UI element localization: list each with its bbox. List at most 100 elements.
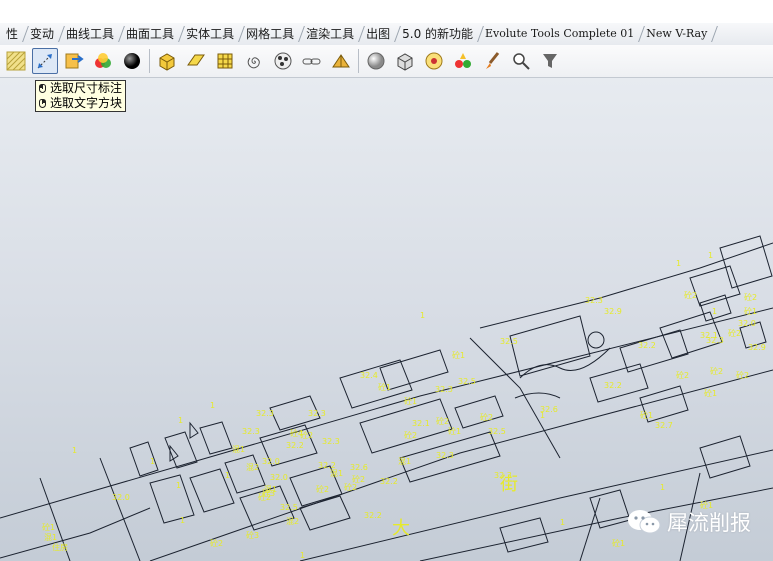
street-line (0, 307, 773, 519)
fountain-outline (587, 331, 605, 349)
filter-icon[interactable] (537, 48, 563, 74)
plan-label: 32.3 (322, 437, 340, 446)
plan-label: 1 (712, 307, 717, 316)
light-icon[interactable] (450, 48, 476, 74)
plan-label: 砼2 (352, 474, 365, 484)
plan-label: 1 (150, 457, 155, 466)
select-dimension-icon[interactable] (32, 48, 58, 74)
shade-icon[interactable] (328, 48, 354, 74)
building-outline (149, 474, 195, 524)
tab-surface-tools[interactable]: 曲面工具 (120, 23, 180, 45)
sphere-icon[interactable] (119, 48, 145, 74)
toolbar (0, 45, 773, 78)
plan-label: 1 (176, 481, 181, 490)
plan-label: 混1 (264, 485, 277, 494)
extrude-icon[interactable] (154, 48, 180, 74)
tab-mesh-tools[interactable]: 网格工具 (240, 23, 300, 45)
plan-label: 32.0 (112, 493, 130, 502)
plan-label: 砼2 (436, 416, 449, 426)
plan-label: 砼2 (736, 370, 749, 380)
plan-label: 混1 (330, 469, 343, 478)
tooltip-row-right-click: 选取文字方块 (39, 96, 122, 111)
building-outline (509, 315, 591, 377)
tooltip-line-2: 选取文字方块 (50, 96, 123, 110)
plan-label: 1 (180, 516, 185, 525)
plan-label: 砼1 (378, 382, 391, 392)
toolbar-separator (358, 49, 359, 73)
street-name-char: 街 (500, 474, 518, 495)
plan-label: 砼3 (246, 530, 259, 540)
plan-label: 混2 (246, 463, 259, 472)
toolbar-separator (149, 49, 150, 73)
plan-label: 砼2 (210, 538, 223, 548)
link-icon[interactable] (299, 48, 325, 74)
plan-label: 32.3 (585, 296, 603, 305)
plan-label: 砼1 (744, 306, 757, 316)
plan-label: 1 (300, 551, 305, 560)
site-plan-drawing: 1 1 1 1 1 1 1 1 1 1 1 1 1 1 1 32.0 32.3 … (0, 235, 773, 561)
plan-label: 砼2 (480, 412, 493, 422)
tab-evolute-tools[interactable]: Evolute Tools Complete 01 (479, 23, 640, 45)
building-outline (719, 235, 773, 289)
plan-label: 1 (210, 401, 215, 410)
dots-icon[interactable] (270, 48, 296, 74)
material-icon[interactable] (90, 48, 116, 74)
plan-label: 32.9 (748, 343, 766, 352)
brush-icon[interactable] (479, 48, 505, 74)
spiral-icon[interactable] (241, 48, 267, 74)
plan-label: 砼2 (744, 292, 757, 302)
plan-label: 32.3 (256, 409, 274, 418)
tab-solid-tools[interactable]: 实体工具 (180, 23, 240, 45)
plan-label: 砼1 (640, 410, 653, 420)
zoom-icon[interactable] (508, 48, 534, 74)
plan-label: 砼2 (404, 430, 417, 440)
tab-properties[interactable]: 性 (0, 23, 24, 45)
plan-label: 住房 (52, 542, 68, 552)
plan-label: 32.0 (738, 319, 756, 328)
box-icon[interactable] (392, 48, 418, 74)
plan-label: 1 (72, 446, 77, 455)
tab-drafting[interactable]: 出图 (360, 23, 396, 45)
plan-label: 混1 (398, 457, 411, 466)
plan-label: 混1 (44, 533, 57, 542)
tab-transform[interactable]: 变动 (24, 23, 60, 45)
plan-label: 32.5 (500, 337, 518, 346)
select-layer-icon[interactable] (61, 48, 87, 74)
watermark-text: 犀流削报 (667, 511, 751, 535)
plan-label: 32.2 (380, 477, 398, 486)
plan-label: 砼1 (612, 538, 625, 548)
plan-label: 砼2 (676, 370, 689, 380)
tab-curve-tools[interactable]: 曲线工具 (60, 23, 120, 45)
plan-label: 砼1 (404, 396, 417, 406)
plan-label: 1 (560, 518, 565, 527)
left-mouse-icon (39, 84, 46, 93)
tab-render-tools[interactable]: 渲染工具 (300, 23, 360, 45)
plan-label: 砼2 (684, 290, 697, 300)
plan-label: 32.0 (270, 473, 288, 482)
plan-label: 砼1 (452, 350, 465, 360)
plan-label: 32.3 (435, 385, 453, 394)
plan-label: 32.5 (280, 503, 298, 512)
wechat-icon (628, 510, 661, 534)
tab-bar: 性 变动 曲线工具 曲面工具 实体工具 网格工具 渲染工具 出图 5.0 的新功… (0, 23, 773, 46)
street-line (99, 457, 141, 561)
roof-outline (189, 421, 199, 439)
title-strip (0, 0, 773, 23)
tab-new-in-v5[interactable]: 5.0 的新功能 (396, 23, 479, 45)
render-sphere-icon[interactable] (363, 48, 389, 74)
tab-new-vray[interactable]: New V-Ray (640, 23, 713, 45)
plan-label: 32.3 (706, 336, 724, 345)
surface-icon[interactable] (183, 48, 209, 74)
plan-label: 32.5 (458, 377, 476, 386)
plan-label: 32.2 (364, 511, 382, 520)
plan-label: 32.2 (604, 381, 622, 390)
street-line (479, 242, 773, 329)
hatch-icon[interactable] (3, 48, 29, 74)
building-outline (224, 454, 266, 494)
environment-icon[interactable] (421, 48, 447, 74)
plan-label: 32.3 (242, 427, 260, 436)
mesh-icon[interactable] (212, 48, 238, 74)
street-name-char: 大 (392, 518, 410, 539)
building-outline (619, 329, 689, 373)
plan-label: 砼2 (316, 484, 329, 494)
